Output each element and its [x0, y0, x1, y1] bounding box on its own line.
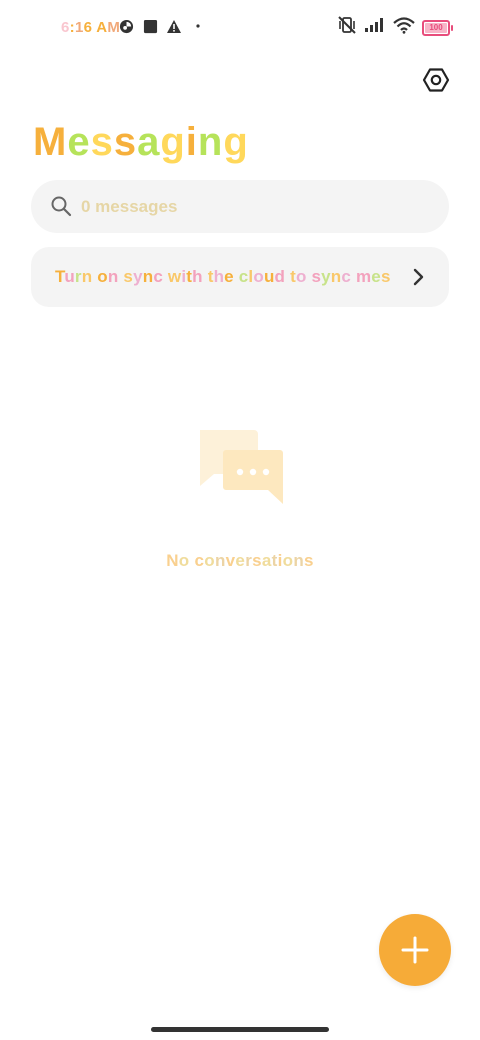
settings-button[interactable] [422, 66, 450, 94]
settings-hexagon-icon [422, 68, 450, 92]
empty-state-text: No conversations [166, 551, 314, 570]
battery-level: 100 [429, 23, 443, 32]
sync-banner[interactable]: Turn on sync with the cloud to sync mess… [31, 247, 449, 307]
battery-icon: 100 [422, 19, 453, 36]
status-time: 6:16 AM [61, 19, 121, 36]
search-bar[interactable] [31, 180, 449, 233]
status-left-icons [118, 18, 206, 34]
chevron-right-icon [413, 268, 424, 286]
search-input[interactable] [81, 196, 381, 218]
chat-bubbles-icon [200, 430, 283, 504]
wifi-icon [393, 16, 415, 39]
plus-icon [401, 936, 429, 964]
new-conversation-button[interactable] [379, 914, 451, 986]
data-saver-icon [118, 18, 134, 34]
signal-icon [364, 17, 386, 38]
page-title: Messaging [33, 120, 249, 164]
home-indicator[interactable] [151, 1027, 329, 1032]
square-notification-icon [142, 18, 158, 34]
dot-icon [190, 18, 206, 34]
search-icon [51, 196, 72, 217]
warning-icon [166, 18, 182, 34]
sync-banner-text: Turn on sync with the cloud to sync mess… [55, 267, 391, 286]
status-bar: 6:16 AM 100 [0, 0, 480, 56]
status-right-icons: 100 [337, 16, 453, 39]
vibrate-off-icon [337, 16, 357, 39]
